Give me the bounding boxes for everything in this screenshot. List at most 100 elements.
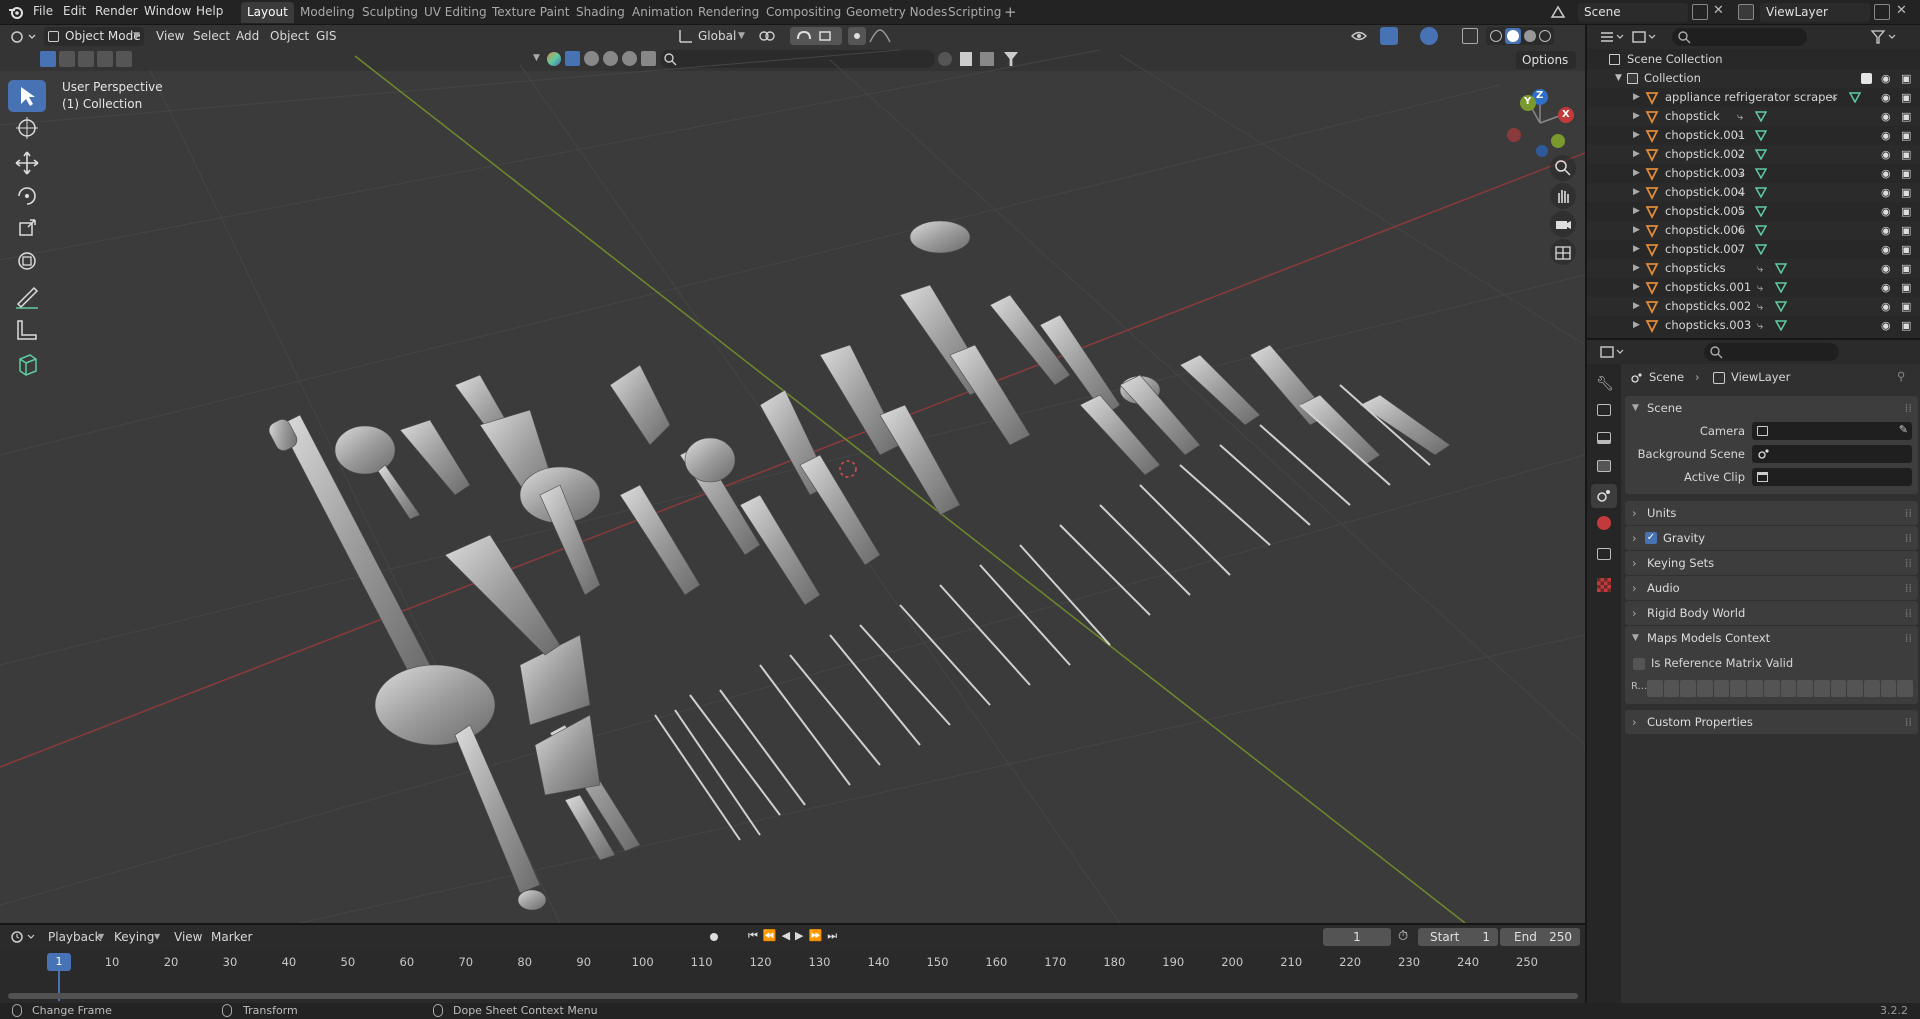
display-mode-icon[interactable] xyxy=(1631,29,1657,45)
units-section[interactable]: › Units ⁞⁞ xyxy=(1625,501,1918,525)
camera-icon[interactable]: ▣ xyxy=(1901,240,1911,259)
camera-icon[interactable]: ▣ xyxy=(1901,297,1911,316)
menu-edit[interactable]: Edit xyxy=(63,4,86,18)
matrix-cell[interactable] xyxy=(1713,680,1730,697)
outliner-object-row[interactable]: ▶ chopstick ⤷ ◉ ▣ xyxy=(1587,107,1920,126)
drag-handle-icon[interactable]: ⁞⁞ xyxy=(1905,396,1912,420)
matrix-cell[interactable] xyxy=(1647,680,1663,697)
new-scene-icon[interactable] xyxy=(1692,4,1708,20)
expand-right-icon[interactable]: ▶ xyxy=(1633,221,1640,240)
eye-icon[interactable]: ◉ xyxy=(1881,107,1891,126)
navigation-gizmo[interactable]: Z X Y xyxy=(1500,83,1580,163)
outliner-search-input[interactable] xyxy=(1672,28,1807,46)
transform-tool[interactable] xyxy=(8,245,46,277)
blender-logo-icon[interactable] xyxy=(8,4,24,20)
tab-modeling[interactable]: Modeling xyxy=(294,2,361,23)
expand-right-icon[interactable]: ▶ xyxy=(1633,88,1640,107)
maps-models-context-section[interactable]: ▼ Maps Models Context ⁞⁞ xyxy=(1625,626,1918,650)
matrix-cell[interactable] xyxy=(1830,680,1847,697)
matrix-cell[interactable] xyxy=(1813,680,1830,697)
outliner-object-row[interactable]: ▶ chopstick.004 ⤷ ◉ ▣ xyxy=(1587,183,1920,202)
matrix-fields[interactable] xyxy=(1647,680,1913,697)
camera-icon[interactable]: ▣ xyxy=(1901,221,1911,240)
eye-icon[interactable]: ◉ xyxy=(1881,278,1891,297)
mesh-data-icon[interactable] xyxy=(1755,129,1767,141)
matrix-cell[interactable] xyxy=(1763,680,1780,697)
view-layer-field[interactable]: ViewLayer xyxy=(1760,3,1870,22)
eye-icon[interactable]: ◉ xyxy=(1881,145,1891,164)
outliner-collection[interactable]: ▼ Collection ◉ ▣ xyxy=(1587,69,1920,88)
outliner-object-row[interactable]: ▶ chopstick.006 ⤷ ◉ ▣ xyxy=(1587,221,1920,240)
camera-icon[interactable]: ▣ xyxy=(1901,259,1911,278)
eye-icon[interactable]: ◉ xyxy=(1881,221,1891,240)
tab-shading[interactable]: Shading xyxy=(570,2,631,23)
add-workspace-button[interactable]: + xyxy=(998,2,1023,23)
scene-field[interactable]: Scene xyxy=(1578,3,1688,22)
reference-matrix-checkbox[interactable] xyxy=(1633,658,1645,670)
add-cube-tool[interactable] xyxy=(8,347,46,379)
expand-right-icon[interactable]: ▶ xyxy=(1633,183,1640,202)
matrix-cell[interactable] xyxy=(1697,680,1713,697)
pan-hand-icon[interactable] xyxy=(1550,183,1576,209)
eye-icon[interactable]: ◉ xyxy=(1881,297,1891,316)
matrix-cell[interactable] xyxy=(1863,680,1880,697)
texture-tab-icon[interactable] xyxy=(1597,578,1611,592)
mesh-data-icon[interactable] xyxy=(1755,186,1767,198)
matrix-cell[interactable] xyxy=(1847,680,1863,697)
camera-icon[interactable]: ▣ xyxy=(1901,316,1911,335)
drag-handle-icon[interactable]: ⁞⁞ xyxy=(1905,626,1912,650)
mesh-data-icon[interactable] xyxy=(1849,91,1861,103)
camera-icon[interactable]: ▣ xyxy=(1901,202,1911,221)
tab-layout[interactable]: Layout xyxy=(241,2,294,23)
matrix-cell[interactable] xyxy=(1780,680,1797,697)
outliner-object-row[interactable]: ▶ chopstick.003 ⤷ ◉ ▣ xyxy=(1587,164,1920,183)
select-box-tool[interactable] xyxy=(8,80,46,112)
expand-right-icon[interactable]: ▶ xyxy=(1633,297,1640,316)
eye-icon[interactable]: ◉ xyxy=(1881,88,1891,107)
eye-icon[interactable]: ◉ xyxy=(1881,316,1891,335)
close-view-layer-icon[interactable]: ✕ xyxy=(1896,3,1907,18)
audio-section[interactable]: › Audio ⁞⁞ xyxy=(1625,576,1918,600)
mesh-data-icon[interactable] xyxy=(1775,262,1787,274)
camera-icon[interactable]: ▣ xyxy=(1901,126,1911,145)
mesh-data-icon[interactable] xyxy=(1775,319,1787,331)
rigid-body-world-section[interactable]: › Rigid Body World ⁞⁞ xyxy=(1625,601,1918,625)
expand-right-icon[interactable]: ▶ xyxy=(1633,316,1640,335)
matrix-cell[interactable] xyxy=(1880,680,1897,697)
camera-view-icon[interactable] xyxy=(1550,211,1576,237)
expand-right-icon[interactable]: ▶ xyxy=(1633,107,1640,126)
mesh-data-icon[interactable] xyxy=(1755,224,1767,236)
tab-geometry-nodes[interactable]: Geometry Nodes xyxy=(840,2,953,23)
drag-handle-icon[interactable]: ⁞⁞ xyxy=(1905,710,1912,734)
matrix-cell[interactable] xyxy=(1797,680,1813,697)
mesh-data-icon[interactable] xyxy=(1775,281,1787,293)
properties-editor-icon[interactable] xyxy=(1599,344,1625,360)
drag-handle-icon[interactable]: ⁞⁞ xyxy=(1905,501,1912,525)
drag-handle-icon[interactable]: ⁞⁞ xyxy=(1905,526,1912,550)
outliner-object-row[interactable]: ▶ chopsticks.001 ⤷ ◉ ▣ xyxy=(1587,278,1920,297)
tab-uv-editing[interactable]: UV Editing xyxy=(418,2,493,23)
mesh-data-icon[interactable] xyxy=(1755,243,1767,255)
eye-icon[interactable]: ◉ xyxy=(1881,202,1891,221)
eye-icon[interactable]: ◉ xyxy=(1881,183,1891,202)
close-scene-icon[interactable]: ✕ xyxy=(1713,3,1724,18)
expand-right-icon[interactable]: ▶ xyxy=(1633,240,1640,259)
matrix-cell[interactable] xyxy=(1747,680,1763,697)
expand-right-icon[interactable]: ▶ xyxy=(1633,202,1640,221)
expand-down-icon[interactable]: ▼ xyxy=(1615,69,1622,88)
gravity-checkbox[interactable]: ✓ xyxy=(1645,532,1657,544)
outliner-object-row[interactable]: ▶ chopstick.005 ⤷ ◉ ▣ xyxy=(1587,202,1920,221)
camera-icon[interactable]: ▣ xyxy=(1901,69,1911,88)
expand-right-icon[interactable]: ▶ xyxy=(1633,278,1640,297)
zoom-icon[interactable] xyxy=(1550,155,1576,181)
mesh-data-icon[interactable] xyxy=(1755,205,1767,217)
active-clip-field[interactable] xyxy=(1752,468,1912,486)
mesh-data-icon[interactable] xyxy=(1755,167,1767,179)
background-scene-field[interactable] xyxy=(1752,445,1912,463)
annotate-tool[interactable] xyxy=(8,280,46,312)
menu-help[interactable]: Help xyxy=(196,4,223,18)
filter-icon[interactable] xyxy=(1870,29,1900,45)
tab-texture-paint[interactable]: Texture Paint xyxy=(486,2,575,23)
matrix-cell[interactable] xyxy=(1730,680,1747,697)
3d-viewport[interactable]: Object Mode ▼ View Select Add Object GIS… xyxy=(0,25,1585,923)
